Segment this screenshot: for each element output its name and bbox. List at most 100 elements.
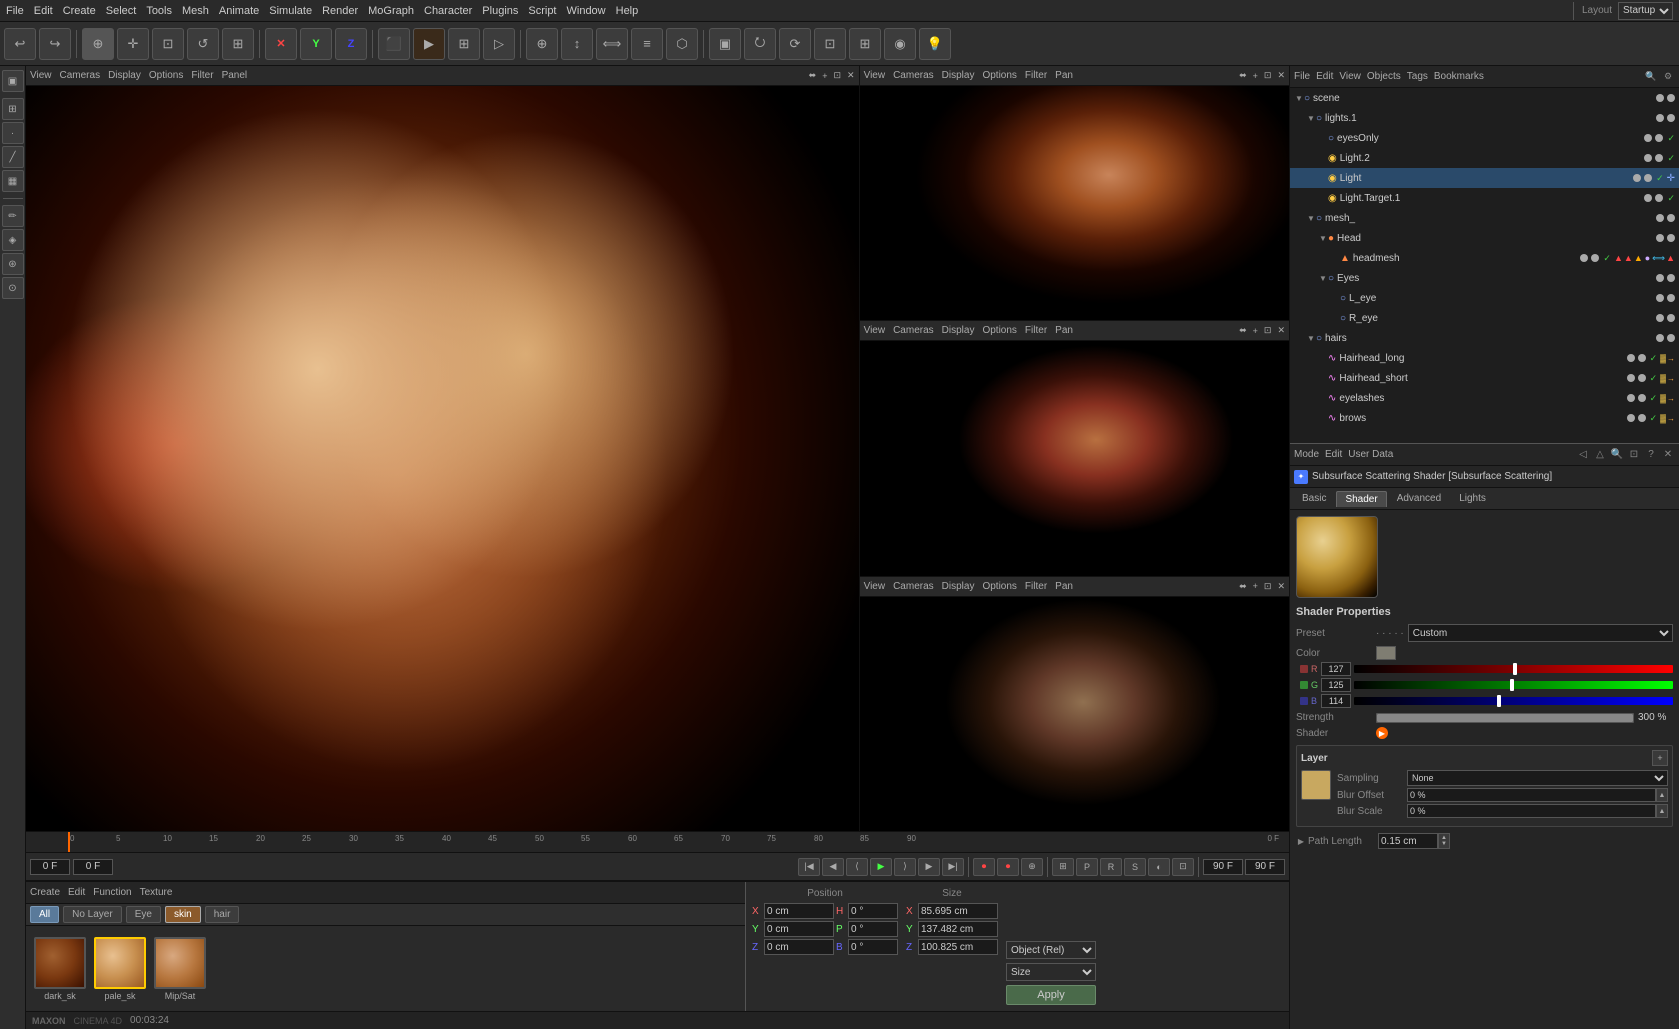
menu-plugins[interactable]: Plugins	[482, 5, 518, 17]
transform-tool-btn[interactable]: ⊞	[222, 28, 254, 60]
preset-select[interactable]: Custom	[1408, 624, 1673, 642]
am-userdata-btn[interactable]: User Data	[1348, 449, 1393, 460]
tr-vp-fullscreen[interactable]: ⊡	[1264, 70, 1272, 81]
obj-expand-hairs[interactable]: ▼	[1306, 333, 1316, 343]
filter-eye-btn[interactable]: Eye	[126, 906, 161, 923]
am-edit-btn[interactable]: Edit	[1325, 449, 1342, 460]
layout-select[interactable]: Startup	[1618, 2, 1673, 20]
tr-viewport[interactable]	[860, 86, 1289, 320]
vp-fullscreen[interactable]: ⊡	[833, 70, 841, 81]
obj-row-leye[interactable]: ○ L_eye	[1290, 288, 1679, 308]
br-viewport[interactable]	[860, 597, 1289, 831]
br-vp-cameras-btn[interactable]: Cameras	[893, 581, 934, 592]
menu-mesh[interactable]: Mesh	[182, 5, 209, 17]
obj-expand-eyes[interactable]: ▼	[1318, 273, 1328, 283]
menu-window[interactable]: Window	[567, 5, 606, 17]
mr-vp-cameras-btn[interactable]: Cameras	[893, 325, 934, 336]
tr-vp-close[interactable]: ✕	[1277, 70, 1285, 81]
vp-cameras-btn[interactable]: Cameras	[60, 70, 101, 81]
material-pale-sk[interactable]: pale_sk	[94, 937, 146, 1001]
vp-display-btn[interactable]: Display	[108, 70, 141, 81]
autokey-btn[interactable]: ⏺	[997, 858, 1019, 876]
br-vp-display-btn[interactable]: Display	[942, 581, 975, 592]
sampling-select[interactable]: None	[1407, 770, 1668, 786]
pos-z-input[interactable]	[764, 939, 834, 955]
pla-btn[interactable]: ⊡	[1172, 858, 1194, 876]
menu-render[interactable]: Render	[322, 5, 358, 17]
obj-row-brows[interactable]: ∿ brows ✓ ▓ →	[1290, 408, 1679, 428]
pos-y-input[interactable]	[764, 921, 834, 937]
menu-script[interactable]: Script	[528, 5, 556, 17]
motion-sys-btn[interactable]: ⊞	[1052, 858, 1074, 876]
obj-row-scene[interactable]: ▼ ○ scene	[1290, 88, 1679, 108]
z-axis-btn[interactable]: Z	[335, 28, 367, 60]
filter-nolayer-btn[interactable]: No Layer	[63, 906, 122, 923]
color-swatch[interactable]	[1376, 646, 1396, 660]
color-r-input[interactable]	[1321, 662, 1351, 676]
loop-btn[interactable]: ⭮	[744, 28, 776, 60]
brush-btn[interactable]: ⬡	[666, 28, 698, 60]
key-sel-btn[interactable]: ⊕	[1021, 858, 1043, 876]
obj-row-eyes[interactable]: ▼ ○ Eyes	[1290, 268, 1679, 288]
am-mode-btn[interactable]: Mode	[1294, 449, 1319, 460]
br-vp-options-btn[interactable]: Options	[982, 581, 1016, 592]
mr-vp-display-btn[interactable]: Display	[942, 325, 975, 336]
prev-key-btn[interactable]: ⟨	[846, 858, 868, 876]
blur-scale-input[interactable]	[1407, 804, 1656, 818]
motion-btn[interactable]: ⊛	[2, 253, 24, 275]
menu-animate[interactable]: Animate	[219, 5, 259, 17]
obj-row-hairs[interactable]: ▼ ○ hairs	[1290, 328, 1679, 348]
mr-vp-close[interactable]: ✕	[1277, 325, 1285, 336]
tr-vp-arrows[interactable]: ⬌	[1239, 70, 1247, 81]
mr-vp-plus[interactable]: +	[1253, 326, 1258, 336]
mr-vp-options-btn[interactable]: Options	[982, 325, 1016, 336]
blur-offset-input[interactable]	[1407, 788, 1656, 802]
coord-size-select[interactable]: Size	[1006, 963, 1096, 981]
next-frame-btn[interactable]: ▶	[918, 858, 940, 876]
redo-btn[interactable]: ↪	[39, 28, 71, 60]
menu-mograph[interactable]: MoGraph	[368, 5, 414, 17]
apply-button[interactable]: Apply	[1006, 985, 1096, 1005]
om-view-btn[interactable]: View	[1339, 71, 1361, 82]
mode-poly-btn[interactable]: ▦	[2, 170, 24, 192]
fps-input[interactable]	[1245, 859, 1285, 875]
tr-vp-options-btn[interactable]: Options	[982, 70, 1016, 81]
bp-edit-btn[interactable]: Edit	[68, 887, 85, 898]
filter-hair-btn[interactable]: hair	[205, 906, 240, 923]
workplane-btn[interactable]: ↕	[561, 28, 593, 60]
menu-help[interactable]: Help	[616, 5, 639, 17]
render-btn[interactable]: ▶	[413, 28, 445, 60]
vp-arrows[interactable]: ⬌	[809, 70, 817, 81]
am-info-icon[interactable]: ?	[1644, 448, 1658, 462]
render-region-btn[interactable]: ⊞	[448, 28, 480, 60]
paint-btn[interactable]: ✏	[2, 205, 24, 227]
br-vp-filter-btn[interactable]: Filter	[1025, 581, 1047, 592]
tr-vp-cameras-btn[interactable]: Cameras	[893, 70, 934, 81]
pos-p-input[interactable]	[848, 921, 898, 937]
mr-vp-arrows[interactable]: ⬌	[1239, 325, 1247, 336]
layer-add-btn[interactable]: +	[1652, 750, 1668, 766]
mode-point-btn[interactable]: ·	[2, 122, 24, 144]
menu-character[interactable]: Character	[424, 5, 472, 17]
main-viewport[interactable]	[26, 86, 859, 831]
obj-row-mesh[interactable]: ▼ ○ mesh_	[1290, 208, 1679, 228]
pos-h-input[interactable]	[848, 903, 898, 919]
obj-row-head[interactable]: ▼ ● Head	[1290, 228, 1679, 248]
size-y-input[interactable]	[918, 921, 998, 937]
current-frame-input[interactable]	[73, 859, 113, 875]
record-btn[interactable]: ⏺	[973, 858, 995, 876]
pos-btn[interactable]: P	[1076, 858, 1098, 876]
blur-offset-spin[interactable]: ▲	[1656, 788, 1668, 802]
color-b-input[interactable]	[1321, 694, 1351, 708]
material-dark-sk[interactable]: dark_sk	[34, 937, 86, 1001]
om-search-icon[interactable]: 🔍	[1644, 70, 1658, 84]
path-length-input[interactable]	[1378, 833, 1438, 849]
scale-tool-btn[interactable]: ⊡	[152, 28, 184, 60]
move-tool-btn[interactable]: ✛	[117, 28, 149, 60]
menu-select[interactable]: Select	[106, 5, 137, 17]
rot-btn[interactable]: R	[1100, 858, 1122, 876]
am-lock-icon[interactable]: ◁	[1576, 448, 1590, 462]
vp-filter-btn[interactable]: Filter	[191, 70, 213, 81]
rotate-tool-btn[interactable]: ↺	[187, 28, 219, 60]
obj-row-light[interactable]: ◉ Light ✓ ✛	[1290, 168, 1679, 188]
